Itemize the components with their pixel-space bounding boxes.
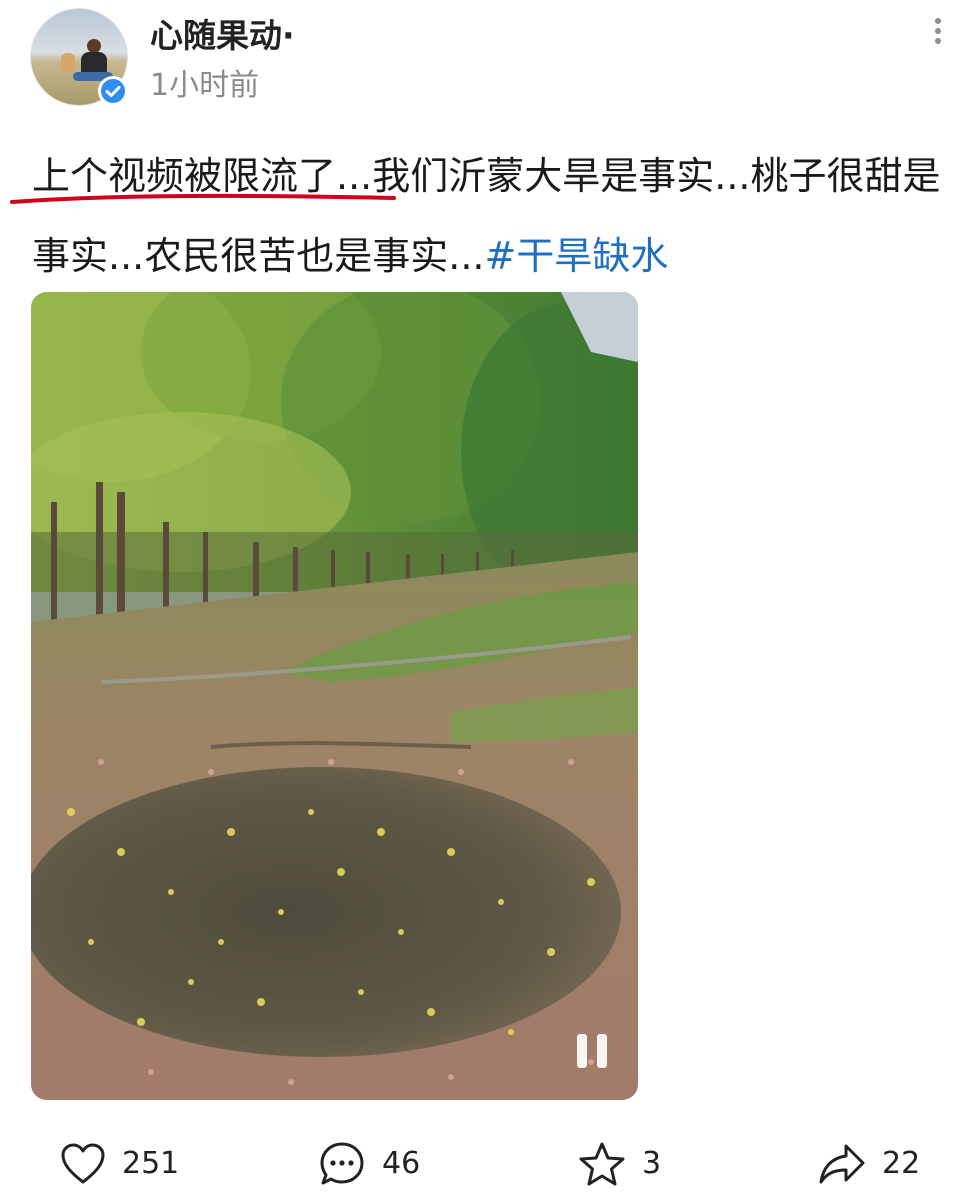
verified-check-icon [98, 76, 128, 106]
comment-button[interactable]: 46 [318, 1138, 420, 1190]
avatar[interactable] [30, 8, 128, 106]
avatar-figure-body [81, 52, 107, 74]
comment-icon [320, 1142, 364, 1185]
post-content: 上个视频被限流了...我们沂蒙大旱是事实...桃子很甜是事实...农民很苦也是事… [32, 136, 942, 296]
like-count: 251 [122, 1146, 180, 1181]
share-count: 22 [882, 1146, 921, 1181]
star-icon [579, 1142, 625, 1186]
like-button[interactable]: 251 [60, 1138, 179, 1190]
more-vertical-icon [924, 18, 952, 44]
share-button[interactable]: 22 [818, 1138, 920, 1190]
avatar-figure-child [61, 53, 75, 73]
more-options-button[interactable] [924, 14, 952, 52]
avatar-figure-head [87, 39, 101, 53]
heart-icon [61, 1143, 105, 1184]
hashtag-link[interactable]: #干旱缺水 [484, 234, 668, 278]
comment-count: 46 [382, 1146, 421, 1181]
username[interactable]: 心随果动· [150, 14, 295, 58]
favorite-count: 3 [642, 1146, 662, 1181]
video-player[interactable] [31, 292, 638, 1100]
post-timestamp: 1小时前 [150, 68, 260, 103]
video-frame [31, 292, 638, 1100]
favorite-button[interactable]: 3 [578, 1138, 661, 1190]
red-underline-annotation [10, 193, 396, 204]
share-icon [819, 1144, 865, 1184]
pause-icon[interactable] [575, 1034, 609, 1070]
